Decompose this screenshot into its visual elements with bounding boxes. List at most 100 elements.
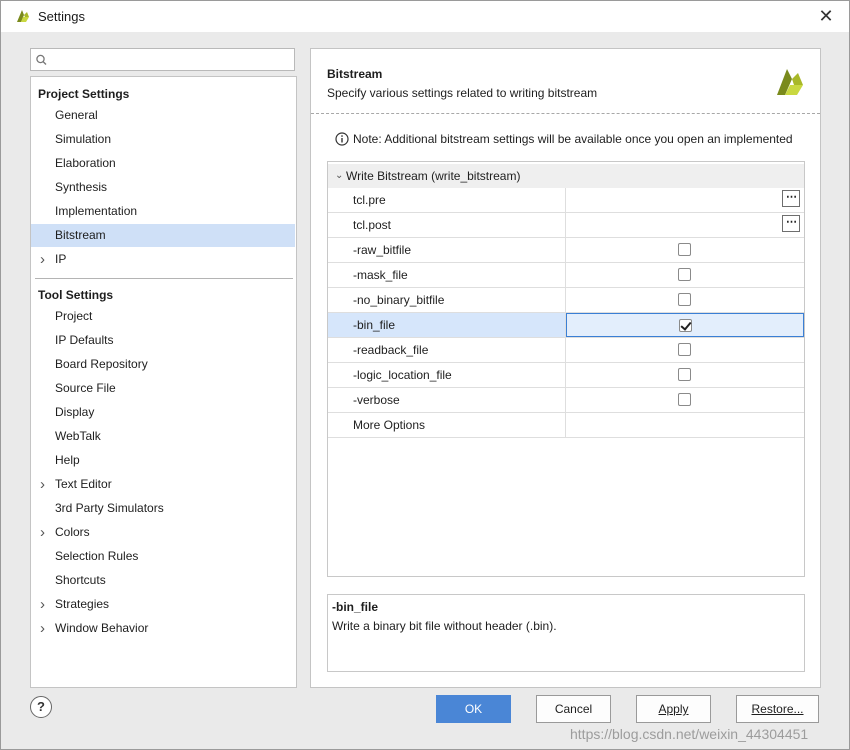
property-checkbox[interactable] <box>678 243 691 256</box>
group-label: Write Bitstream (write_bitstream) <box>346 164 520 188</box>
page-title: Bitstream <box>327 67 382 81</box>
property-name: -logic_location_file <box>328 363 566 387</box>
property-name: -raw_bitfile <box>328 238 566 262</box>
property-row[interactable]: -logic_location_file <box>328 363 804 388</box>
apply-button[interactable]: Apply <box>636 695 711 723</box>
chevron-right-icon[interactable]: › <box>40 617 45 640</box>
property-row[interactable]: -raw_bitfile <box>328 238 804 263</box>
property-value[interactable] <box>566 313 804 337</box>
tree-item-bitstream[interactable]: Bitstream <box>31 224 295 247</box>
window-title: Settings <box>38 9 85 24</box>
tree-item-3rd-party-simulators[interactable]: 3rd Party Simulators <box>31 497 295 520</box>
property-value[interactable] <box>566 413 804 437</box>
tree-item-project[interactable]: Project <box>31 305 295 328</box>
tree-item-label: Source File <box>55 377 116 400</box>
tree-item-implementation[interactable]: Implementation <box>31 200 295 223</box>
property-checkbox[interactable] <box>678 343 691 356</box>
tree-item-label: WebTalk <box>55 425 101 448</box>
property-value[interactable] <box>566 263 804 287</box>
settings-tree: Project Settings GeneralSimulationElabor… <box>30 76 297 688</box>
property-checkbox[interactable] <box>679 319 692 332</box>
description-panel: -bin_file Write a binary bit file withou… <box>327 594 805 672</box>
property-checkbox[interactable] <box>678 293 691 306</box>
chevron-right-icon[interactable]: › <box>40 593 45 616</box>
tree-item-shortcuts[interactable]: Shortcuts <box>31 569 295 592</box>
property-value[interactable]: ⋯ <box>566 213 804 237</box>
property-checkbox[interactable] <box>678 268 691 281</box>
tree-item-simulation[interactable]: Simulation <box>31 128 295 151</box>
property-table: ⌄ Write Bitstream (write_bitstream) tcl.… <box>327 161 805 577</box>
property-name: tcl.post <box>328 213 566 237</box>
property-checkbox[interactable] <box>678 368 691 381</box>
tree-item-label: Window Behavior <box>55 617 148 640</box>
tree-item-label: Text Editor <box>55 473 112 496</box>
tree-item-strategies[interactable]: ›Strategies <box>31 593 295 616</box>
project-settings-heading: Project Settings <box>38 87 129 101</box>
chevron-right-icon[interactable]: › <box>40 473 45 496</box>
search-icon <box>35 53 49 67</box>
chevron-right-icon[interactable]: › <box>40 248 45 271</box>
property-row[interactable]: -readback_file <box>328 338 804 363</box>
property-name: -readback_file <box>328 338 566 362</box>
tree-item-label: IP <box>55 248 66 271</box>
tree-item-elaboration[interactable]: Elaboration <box>31 152 295 175</box>
tree-item-display[interactable]: Display <box>31 401 295 424</box>
tree-item-label: Selection Rules <box>55 545 138 568</box>
tree-item-label: Elaboration <box>55 152 116 175</box>
property-value[interactable] <box>566 338 804 362</box>
tree-item-help[interactable]: Help <box>31 449 295 472</box>
chevron-right-icon[interactable]: › <box>40 521 45 544</box>
chevron-down-icon[interactable]: ⌄ <box>335 164 343 188</box>
property-value[interactable] <box>566 388 804 412</box>
tree-item-text-editor[interactable]: › Text Editor <box>31 473 295 496</box>
browse-button[interactable]: ⋯ <box>782 190 800 207</box>
property-row[interactable]: tcl.pre ⋯ <box>328 188 804 213</box>
tree-item-general[interactable]: General <box>31 104 295 127</box>
tree-item-label: Shortcuts <box>55 569 106 592</box>
close-icon[interactable]: ✕ <box>817 7 835 25</box>
description-text: Write a binary bit file without header (… <box>332 619 557 633</box>
tree-item-source-file[interactable]: Source File <box>31 377 295 400</box>
tree-item-colors[interactable]: › Colors <box>31 521 295 544</box>
tree-item-label: Board Repository <box>55 353 148 376</box>
property-name: tcl.pre <box>328 188 566 212</box>
tree-item-label: Synthesis <box>55 176 107 199</box>
vivado-logo-icon <box>773 65 807 99</box>
restore-button[interactable]: Restore... <box>736 695 819 723</box>
property-row[interactable]: tcl.post ⋯ <box>328 213 804 238</box>
property-value[interactable] <box>566 238 804 262</box>
description-title: -bin_file <box>332 600 378 614</box>
tree-item-ip-defaults[interactable]: IP Defaults <box>31 329 295 352</box>
property-row[interactable]: -verbose <box>328 388 804 413</box>
tree-item-label: Implementation <box>55 200 137 223</box>
ok-button[interactable]: OK <box>436 695 511 723</box>
tree-item-ip[interactable]: › IP <box>31 248 295 271</box>
property-name: -mask_file <box>328 263 566 287</box>
note-text: Note: Additional bitstream settings will… <box>353 132 793 146</box>
tree-item-label: Display <box>55 401 94 424</box>
property-checkbox[interactable] <box>678 393 691 406</box>
watermark-text: https://blog.csdn.net/weixin_44304451 <box>570 726 808 742</box>
tree-item-board-repository[interactable]: Board Repository <box>31 353 295 376</box>
settings-dialog: Settings ✕ Project Settings GeneralSimul… <box>0 0 850 750</box>
property-row[interactable]: -mask_file <box>328 263 804 288</box>
property-value[interactable] <box>566 288 804 312</box>
property-value[interactable] <box>566 363 804 387</box>
help-button[interactable]: ? <box>30 696 52 718</box>
tree-item-label: Bitstream <box>55 224 106 247</box>
tree-item-label: Colors <box>55 521 90 544</box>
group-header[interactable]: ⌄ Write Bitstream (write_bitstream) <box>328 164 804 188</box>
tree-item-window-behavior[interactable]: › Window Behavior <box>31 617 295 640</box>
property-row[interactable]: More Options <box>328 413 804 438</box>
tree-item-synthesis[interactable]: Synthesis <box>31 176 295 199</box>
cancel-button[interactable]: Cancel <box>536 695 611 723</box>
property-value[interactable]: ⋯ <box>566 188 804 212</box>
tree-item-selection-rules[interactable]: Selection Rules <box>31 545 295 568</box>
browse-button[interactable]: ⋯ <box>782 215 800 232</box>
settings-content: Bitstream Specify various settings relat… <box>310 48 821 688</box>
property-row[interactable]: -no_binary_bitfile <box>328 288 804 313</box>
tree-item-label: Project <box>55 305 92 328</box>
search-input[interactable] <box>30 48 295 71</box>
property-row[interactable]: -bin_file <box>328 313 804 338</box>
tree-item-webtalk[interactable]: WebTalk <box>31 425 295 448</box>
